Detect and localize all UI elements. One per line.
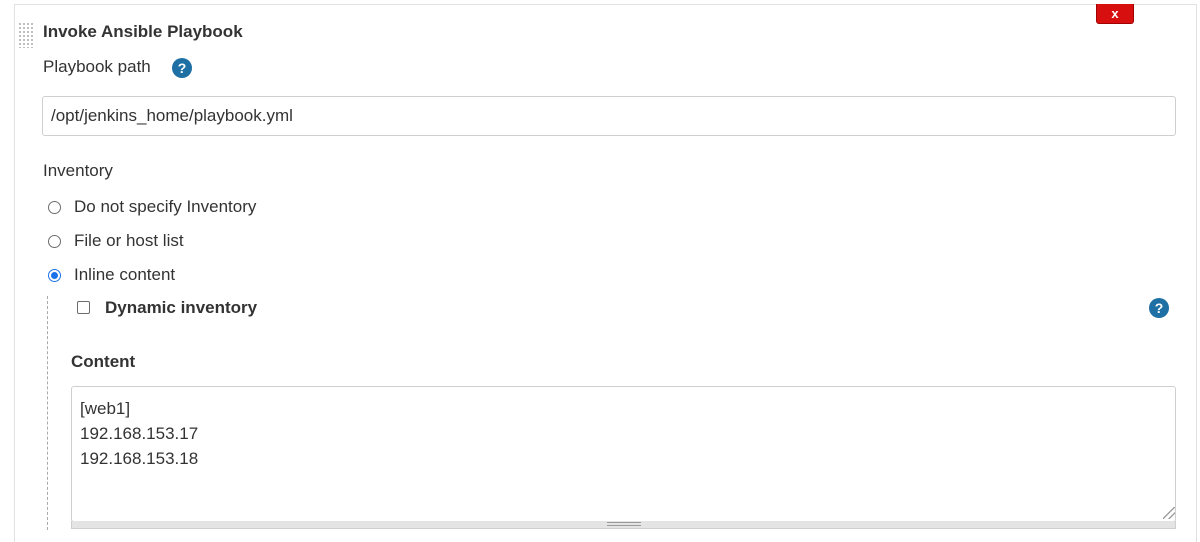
radio-button[interactable] xyxy=(48,234,61,248)
textarea-resize-grip[interactable] xyxy=(1163,507,1175,519)
section-title: Invoke Ansible Playbook xyxy=(43,22,243,41)
content-label: Content xyxy=(71,352,136,371)
playbook-path-label: Playbook path xyxy=(43,57,151,76)
help-icon[interactable]: ? xyxy=(172,58,192,78)
inventory-label: Inventory xyxy=(43,161,113,180)
nested-section-divider xyxy=(47,296,48,530)
textarea-resize-bar[interactable] xyxy=(71,521,1176,529)
radio-label: File or host list xyxy=(74,231,184,250)
drag-handle[interactable] xyxy=(18,22,34,48)
radio-label: Do not specify Inventory xyxy=(74,197,257,216)
radio-button-selected[interactable] xyxy=(48,268,61,282)
playbook-path-input[interactable] xyxy=(42,96,1176,136)
delete-step-button[interactable]: x xyxy=(1096,4,1134,24)
radio-button[interactable] xyxy=(48,200,61,214)
radio-option-file-host-list[interactable]: File or host list xyxy=(48,231,184,251)
help-icon[interactable]: ? xyxy=(1149,298,1169,318)
resize-handle-icon xyxy=(607,522,641,526)
radio-option-inline-content[interactable]: Inline content xyxy=(48,265,175,285)
radio-label: Inline content xyxy=(74,265,176,284)
inventory-content-textarea[interactable]: [web1] 192.168.153.17 192.168.153.18 xyxy=(71,386,1176,522)
radio-option-no-inventory[interactable]: Do not specify Inventory xyxy=(48,197,256,217)
dynamic-inventory-checkbox[interactable] xyxy=(77,301,90,314)
dynamic-inventory-label: Dynamic inventory xyxy=(105,298,258,317)
